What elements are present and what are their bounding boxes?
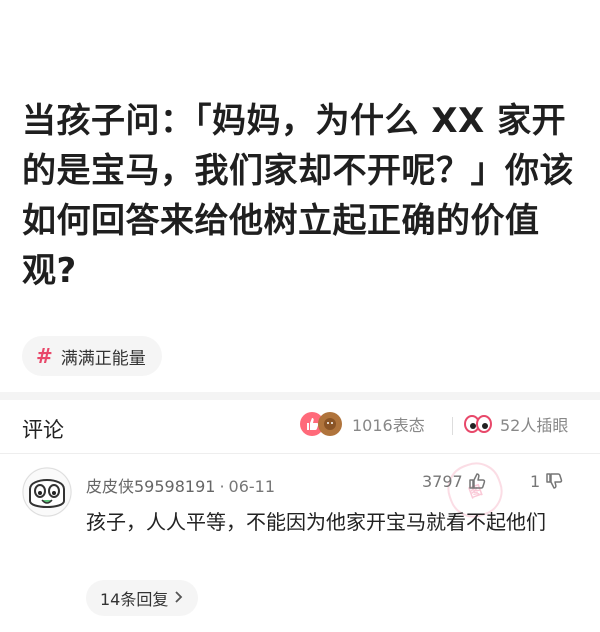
header-separator <box>452 417 453 435</box>
dislike-count: 1 <box>530 471 541 491</box>
question-title: 当孩子问：「妈妈，为什么 XX 家开的是宝马，我们家却不开呢？」你该如何回答来给… <box>22 101 574 291</box>
username[interactable]: 皮皮侠59598191 <box>86 477 215 496</box>
comments-title: 评论 <box>22 418 64 442</box>
brown-reaction-icon <box>318 412 342 436</box>
hashtag-icon: # <box>36 344 53 368</box>
reactions-count: 1016表态 <box>352 416 425 435</box>
insert-eye-count: 52人插眼 <box>500 416 569 435</box>
dislike-button[interactable]: 1 <box>530 471 564 491</box>
comment-date: 06-11 <box>228 477 276 496</box>
eyes-icon <box>464 415 492 433</box>
comment-meta: 皮皮侠59598191 · 06-11 <box>86 473 275 497</box>
chevron-right-icon <box>174 589 184 608</box>
insert-eye-summary[interactable]: 52人插眼 <box>464 412 568 436</box>
topic-tag[interactable]: # 满满正能量 <box>22 336 162 376</box>
reactions-summary[interactable]: 1016表态 <box>300 412 425 436</box>
header-divider <box>0 453 600 454</box>
like-count: 3797 <box>422 471 463 491</box>
view-replies-button[interactable]: 14条回复 <box>86 580 199 616</box>
like-button[interactable]: 3797 <box>422 471 487 491</box>
avatar-face-icon <box>22 467 72 517</box>
comment-item: 皮皮侠59598191 · 06-11 图 3797 1 孩子，人人平等，不能因为他… <box>0 455 600 632</box>
thumbs-down-icon <box>546 473 563 489</box>
avatar[interactable] <box>22 467 72 517</box>
section-divider <box>0 392 600 400</box>
topic-label: 满满正能量 <box>60 348 146 369</box>
meta-dot: · <box>219 477 225 496</box>
comment-text: 孩子，人人平等，不能因为他家开宝马就看不起他们 <box>86 510 546 534</box>
question-card: 当孩子问：「妈妈，为什么 XX 家开的是宝马，我们家却不开呢？」你该如何回答来给… <box>0 0 600 392</box>
replies-count: 14条回复 <box>100 590 169 609</box>
thumbs-up-icon <box>468 473 485 489</box>
comments-header: 评论 1016表态 52人插眼 <box>0 400 600 454</box>
